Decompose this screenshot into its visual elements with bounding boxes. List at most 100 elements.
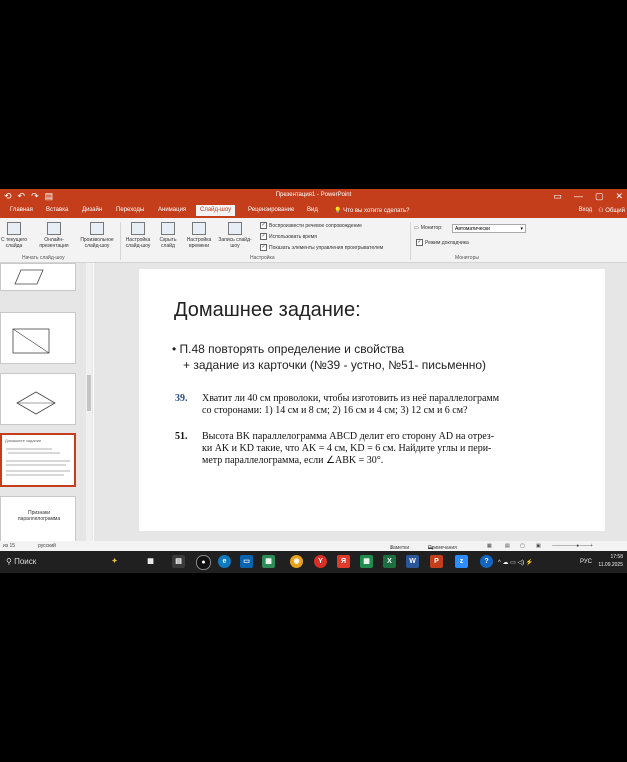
- language-indicator[interactable]: русский: [38, 543, 56, 549]
- maximize-button[interactable]: ▢: [595, 191, 604, 202]
- hide-slide-icon: [161, 222, 175, 235]
- checkbox-narrations[interactable]: ✓ Воспроизвести речевое сопровождение: [260, 222, 362, 229]
- rhombus-figure: [16, 391, 56, 415]
- slide-play-icon: [7, 222, 21, 235]
- chrome-icon[interactable]: ◉: [290, 555, 303, 568]
- record-icon: [228, 222, 242, 235]
- custom-slideshow-button[interactable]: Произвольное слайд-шоу: [76, 222, 118, 249]
- person-icon: ⚇: [598, 208, 604, 214]
- reading-view-icon[interactable]: ▢: [520, 543, 525, 549]
- tab-home[interactable]: Главная: [10, 207, 33, 213]
- thumbnail-text-lines: [6, 448, 70, 476]
- checkbox-box: ✓: [416, 239, 423, 246]
- window-title: Презентация1 - PowerPoint: [275, 192, 352, 198]
- tab-transitions[interactable]: Переходы: [116, 207, 144, 213]
- store-icon[interactable]: ▦: [262, 555, 275, 568]
- ribbon-tabs: Главная Вставка Дизайн Переходы Анимация…: [0, 205, 627, 218]
- normal-view-icon[interactable]: ▦: [487, 543, 492, 549]
- tab-design[interactable]: Дизайн: [82, 207, 102, 213]
- help-icon[interactable]: ?: [480, 555, 493, 568]
- group-label-monitors: Мониторы: [455, 255, 479, 261]
- monitor-select[interactable]: Автоматически ▾: [452, 224, 526, 233]
- checkbox-box: ✓: [260, 222, 267, 229]
- tab-view[interactable]: Вид: [307, 207, 318, 213]
- problem-number: 39.: [175, 393, 188, 404]
- checkbox-media-controls[interactable]: ✓ Показать элементы управления проигрыват…: [260, 244, 383, 251]
- slide-thumbnail[interactable]: [0, 373, 76, 425]
- signin-link[interactable]: Вход: [579, 207, 593, 214]
- yandex-browser-icon[interactable]: Y: [314, 555, 327, 568]
- checkbox-use-timings[interactable]: ✓ Использовать время: [260, 233, 317, 240]
- taskview-icon[interactable]: ▦: [144, 555, 157, 568]
- problem-text-line: со сторонами: 1) 14 см и 8 см; 2) 16 см …: [202, 405, 468, 416]
- record-slideshow-button[interactable]: Запись слайд-шоу: [216, 222, 254, 249]
- tray-icons[interactable]: ^ ☁ ▭ ◁) ⚡: [498, 559, 533, 566]
- group-divider: [410, 222, 411, 260]
- setup-icon: [131, 222, 145, 235]
- from-current-slide-button[interactable]: С текущего слайда: [0, 222, 28, 249]
- clock[interactable]: 17:58 11.09.2025: [598, 553, 623, 569]
- custom-show-icon: [90, 222, 104, 235]
- edge-icon[interactable]: e: [218, 555, 231, 568]
- timer-icon: [192, 222, 206, 235]
- app-icon[interactable]: ●: [196, 555, 211, 570]
- share-button[interactable]: ⚇ Общий: [598, 207, 625, 214]
- outlook-icon[interactable]: ▭: [240, 555, 253, 568]
- word-icon[interactable]: W: [406, 555, 419, 568]
- online-presentation-button[interactable]: Онлайн-презентация: [34, 222, 74, 249]
- tab-review[interactable]: Рецензирование: [248, 207, 294, 213]
- hide-slide-button[interactable]: Скрыть слайд: [156, 222, 180, 249]
- search-icon: ⚲: [6, 557, 12, 566]
- chevron-down-icon: ▾: [520, 226, 523, 232]
- thumbnails-scrollbar[interactable]: [86, 263, 92, 541]
- excel-icon[interactable]: X: [383, 555, 396, 568]
- spreadsheet-icon[interactable]: ▦: [360, 555, 373, 568]
- close-button[interactable]: ✕: [615, 191, 623, 202]
- parallelogram-figure: [14, 269, 44, 285]
- rehearse-timings-button[interactable]: Настройка времени: [182, 222, 216, 249]
- ribbon-slideshow: С текущего слайда Онлайн-презентация Про…: [0, 218, 627, 263]
- checkbox-presenter-view[interactable]: ✓ Режим докладчика: [416, 239, 469, 246]
- tab-slideshow[interactable]: Слайд-шоу: [196, 205, 236, 216]
- slide-thumbnail[interactable]: [0, 312, 76, 364]
- minimize-button[interactable]: —: [574, 191, 583, 202]
- status-bar: из 15 русский ≡ Заметки ▬ Примечания ▦ ▤…: [0, 541, 627, 551]
- scrollbar-thumb[interactable]: [87, 375, 91, 411]
- account-area: Вход ⚇ Общий: [579, 207, 625, 214]
- taskbar-search[interactable]: ⚲ Поиск: [2, 554, 96, 570]
- problem-number: 51.: [175, 431, 188, 442]
- copilot-icon[interactable]: ✦: [108, 555, 121, 568]
- lightbulb-icon: 💡: [334, 208, 342, 214]
- ribbon-display-icon[interactable]: ▭: [553, 191, 562, 202]
- rectangle-figure: [12, 328, 50, 354]
- checkbox-box: ✓: [260, 244, 267, 251]
- slide-thumbnails-pane: Домашнее задание Признаки параллелограмм…: [0, 263, 93, 541]
- current-slide[interactable]: Домашнее задание: • П.48 повторять опред…: [139, 269, 605, 531]
- sorter-view-icon[interactable]: ▤: [505, 543, 510, 549]
- powerpoint-window: ⟲ ↶ ↷ ▤ Презентация1 - PowerPoint ▭ — ▢ …: [0, 189, 627, 573]
- group-label-setup: Настройка: [250, 255, 275, 261]
- slide-thumbnail-selected[interactable]: Домашнее задание: [0, 433, 76, 487]
- files-icon[interactable]: ▤: [172, 555, 185, 568]
- zoom-slider[interactable]: −──────●───+: [552, 543, 593, 549]
- thumbnail-title: Домашнее задание: [5, 438, 42, 443]
- slide-bullet[interactable]: • П.48 повторять определение и свойства: [172, 342, 404, 356]
- group-label-start: Начать слайд-шоу: [22, 255, 65, 261]
- globe-icon: [47, 222, 61, 235]
- yandex-icon[interactable]: Я: [337, 555, 350, 568]
- problem-text-line: метр параллелограмма, если ∠ABK = 30°.: [202, 455, 384, 466]
- tell-me-text: Что вы хотите сделать?: [343, 208, 410, 214]
- slide-bullet[interactable]: + задание из карточки (№39 - устно, №51-…: [183, 358, 486, 372]
- zoom-icon[interactable]: z: [455, 555, 468, 568]
- tab-animation[interactable]: Анимация: [158, 207, 186, 213]
- setup-slideshow-button[interactable]: Настройка слайд-шоу: [122, 222, 154, 249]
- tab-insert[interactable]: Вставка: [46, 207, 68, 213]
- slide-thumbnail[interactable]: Признаки параллелограмма: [0, 496, 76, 541]
- language-indicator[interactable]: РУС: [580, 559, 592, 565]
- slideshow-view-icon[interactable]: ▣: [536, 543, 541, 549]
- tell-me-box[interactable]: 💡 Что вы хотите сделать?: [334, 207, 409, 214]
- title-bar: ⟲ ↶ ↷ ▤ Презентация1 - PowerPoint ▭ — ▢ …: [0, 189, 627, 205]
- slide-thumbnail[interactable]: [0, 263, 76, 291]
- powerpoint-icon[interactable]: P: [430, 555, 443, 568]
- slide-title[interactable]: Домашнее задание:: [174, 299, 361, 322]
